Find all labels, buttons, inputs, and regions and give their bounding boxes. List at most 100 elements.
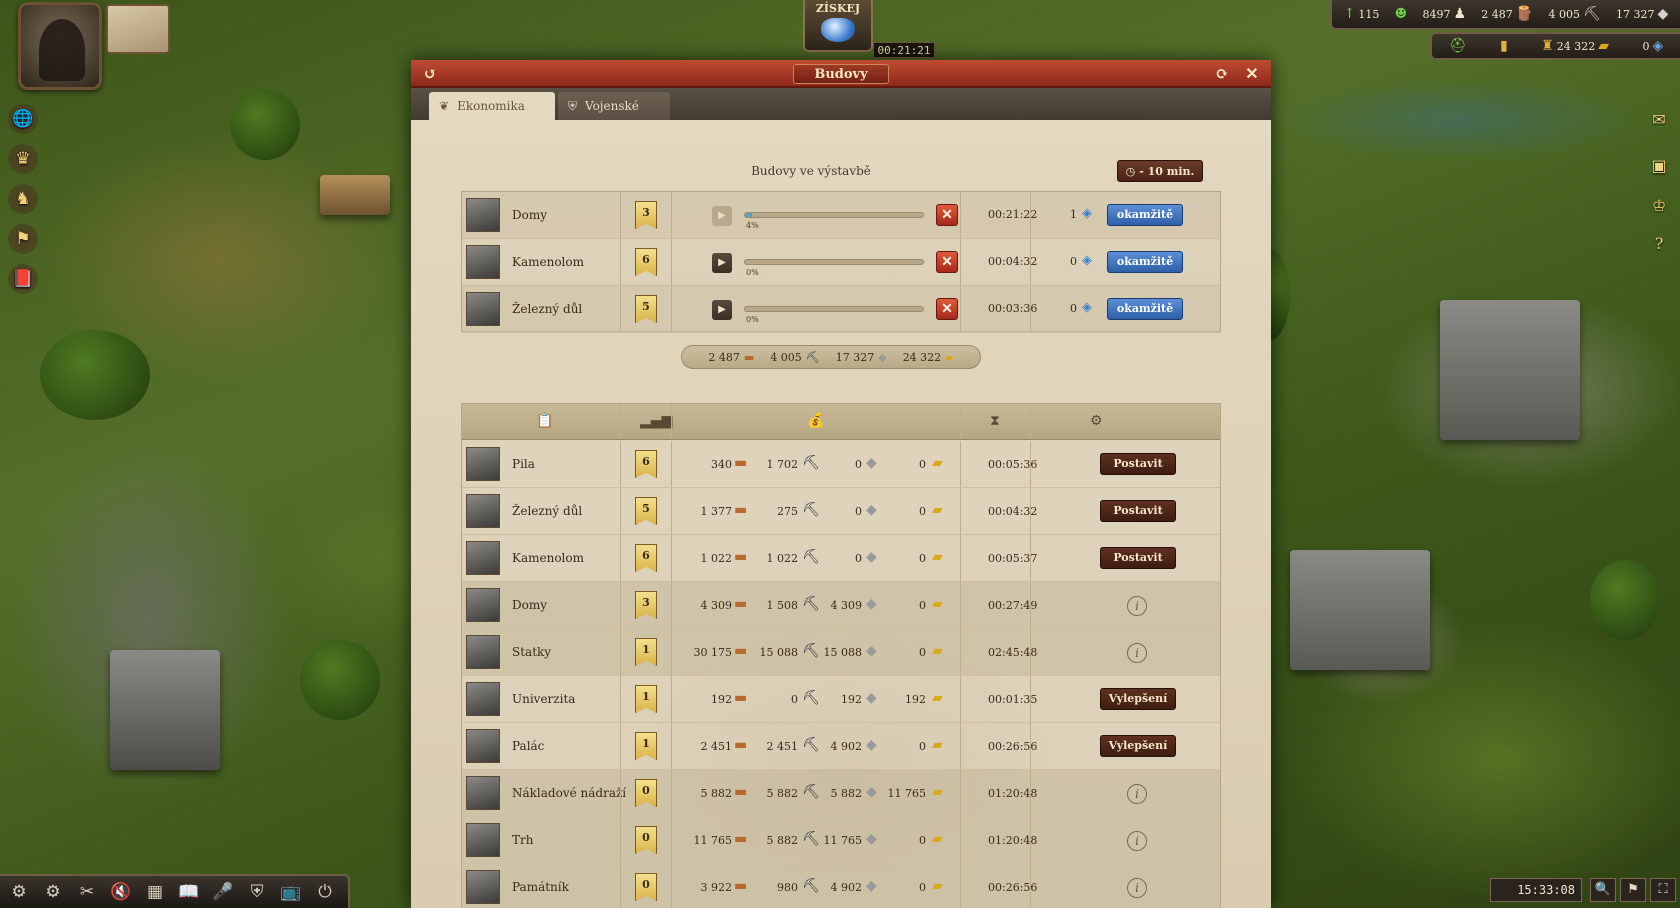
start-button[interactable]: ▶: [712, 300, 732, 320]
gold-icon: ▰: [945, 350, 954, 364]
progress-percent: 0%: [746, 268, 759, 277]
helmet-icon: ⛨: [568, 98, 578, 113]
cancel-button[interactable]: ✕: [936, 204, 958, 226]
refresh-icon[interactable]: ⟳: [1211, 63, 1233, 85]
mute-icon[interactable]: 🔇: [108, 879, 134, 905]
wood-cost: 4 309: [700, 599, 733, 612]
resource-stone[interactable]: 17 327 ◆: [1616, 6, 1668, 22]
column-divider: [671, 535, 672, 581]
smiley-icon: ☻: [1394, 6, 1408, 22]
info-icon[interactable]: i: [1127, 831, 1147, 851]
iron-icon: ⛏: [805, 350, 820, 364]
queue-row: Železný důl 5 ▶ 0% ✕ 00:03:36 0 ◈ okamži…: [462, 286, 1220, 333]
tv-icon[interactable]: 📺: [278, 879, 304, 905]
info-icon[interactable]: i: [1127, 643, 1147, 663]
gold-icon: ▰: [932, 643, 943, 659]
claim-reward-button[interactable]: ZÍSKEJ: [803, 0, 873, 52]
info-icon[interactable]: i: [1127, 784, 1147, 804]
build-button[interactable]: Vylepšení: [1100, 735, 1176, 757]
build-button[interactable]: Vylepšení: [1100, 688, 1176, 710]
settings-gear-icon[interactable]: ⚙: [6, 879, 32, 905]
castle-building[interactable]: [1440, 300, 1580, 440]
pill-value: 17 327: [835, 350, 875, 364]
close-icon[interactable]: ✕: [1241, 63, 1263, 85]
arrow-up-icon: ↑: [1343, 6, 1356, 22]
building-thumbnail: [466, 823, 500, 857]
banner-icon[interactable]: ⚑: [8, 224, 38, 254]
level-banner: 3: [635, 591, 657, 619]
avatar[interactable]: [18, 2, 102, 90]
fullscreen-icon[interactable]: ⛶: [1650, 878, 1676, 902]
instant-finish-button[interactable]: okamžitě: [1107, 251, 1183, 273]
language-flag-icon[interactable]: ⚑: [1620, 878, 1646, 902]
build-button[interactable]: Postavit: [1100, 547, 1176, 569]
column-divider: [1030, 582, 1031, 628]
gold-cost: 192: [905, 693, 926, 706]
tools-icon[interactable]: ✂: [74, 879, 100, 905]
crown-icon[interactable]: ♛: [8, 144, 38, 174]
chest-icon[interactable]: ▣: [1644, 150, 1674, 180]
zoom-icon[interactable]: 🔍: [1590, 878, 1616, 902]
grid-icon[interactable]: ▦: [142, 879, 168, 905]
resource-gold[interactable]: ♜ 24 322 ▰: [1541, 38, 1609, 54]
info-icon[interactable]: i: [1127, 596, 1147, 616]
instant-finish-button[interactable]: okamžitě: [1107, 298, 1183, 320]
building-name: Kamenolom: [512, 255, 584, 269]
resource-smiley[interactable]: ☻: [1395, 6, 1408, 22]
build-button[interactable]: Postavit: [1100, 500, 1176, 522]
resource-population[interactable]: 8497 ♟: [1422, 6, 1466, 22]
notes-button[interactable]: [106, 4, 170, 54]
level-banner: 6: [635, 544, 657, 572]
iron-cost: 1 508: [766, 599, 799, 612]
wood-icon: ▬: [734, 878, 748, 894]
building-thumbnail: [466, 447, 500, 481]
gear-icon[interactable]: ⚙: [40, 879, 66, 905]
start-button[interactable]: ▶: [712, 206, 732, 226]
claim-label: ZÍSKEJ: [815, 2, 861, 15]
column-divider: [620, 404, 621, 439]
link-icon[interactable]: ↺: [419, 63, 441, 85]
crown-icon[interactable]: ♔: [1644, 190, 1674, 220]
build-button[interactable]: Postavit: [1100, 453, 1176, 475]
speedup-button[interactable]: ◷ - 10 min.: [1117, 160, 1203, 182]
info-icon[interactable]: i: [1127, 878, 1147, 898]
resource-value: 4 005: [1548, 7, 1580, 21]
column-divider: [620, 770, 621, 816]
cancel-button[interactable]: ✕: [936, 251, 958, 273]
mail-icon[interactable]: ✉: [1644, 104, 1674, 134]
keep-building[interactable]: [1290, 550, 1430, 670]
power-icon[interactable]: ⏻: [312, 879, 338, 905]
column-divider: [1030, 239, 1031, 285]
building-row: Pila 6 340 ▬ 1 702 ⛏ 0 ◆ 0 ▰ 00:05:36 Po…: [462, 441, 1220, 488]
resource-gems[interactable]: 0 ◈: [1642, 38, 1663, 54]
resource-iron[interactable]: 4 005 ⛏: [1548, 6, 1600, 22]
shield-icon[interactable]: ⛨: [244, 879, 270, 905]
microphone-icon[interactable]: 🎤: [210, 879, 236, 905]
gold-icon: ▰: [932, 455, 943, 471]
resource-summary: 2 487 ▬ 4 005 ⛏ 17 327 ◆ 24 322 ▰: [681, 345, 981, 369]
book-icon[interactable]: 📕: [8, 264, 38, 294]
tab-military[interactable]: ⛨ Vojenské: [558, 92, 670, 120]
instant-finish-button[interactable]: okamžitě: [1107, 204, 1183, 226]
open-book-icon[interactable]: 📖: [176, 879, 202, 905]
resource-wood[interactable]: 2 487 🪵: [1481, 6, 1533, 22]
knight-icon[interactable]: ♞: [8, 184, 38, 214]
gem-icon: [821, 18, 855, 42]
cancel-button[interactable]: ✕: [936, 298, 958, 320]
resource-happiness-up[interactable]: ↑ 115: [1344, 6, 1380, 22]
window-titlebar[interactable]: ↺ Budovy ⟳ ✕: [411, 60, 1271, 88]
helmet-icon[interactable]: ⛑: [1449, 38, 1467, 54]
tree-decoration: [230, 90, 300, 160]
help-icon[interactable]: ?: [1644, 228, 1674, 258]
wood-cost: 3 922: [700, 881, 733, 894]
resource-value: 17 327: [1616, 7, 1655, 21]
stone-cost: 4 902: [830, 740, 863, 753]
building-row: Památník 0 3 922 ▬ 980 ⛏ 4 902 ◆ 0 ▰ 00:…: [462, 864, 1220, 908]
start-button[interactable]: ▶: [712, 253, 732, 273]
globe-icon[interactable]: 🌐: [8, 104, 38, 134]
barn-building[interactable]: [320, 175, 390, 215]
tab-economy[interactable]: ❦ Ekonomika: [429, 92, 555, 120]
progress-bar: [744, 212, 924, 218]
wood-icon: ▬: [734, 831, 748, 847]
chart-icon[interactable]: ▮: [1500, 38, 1508, 54]
